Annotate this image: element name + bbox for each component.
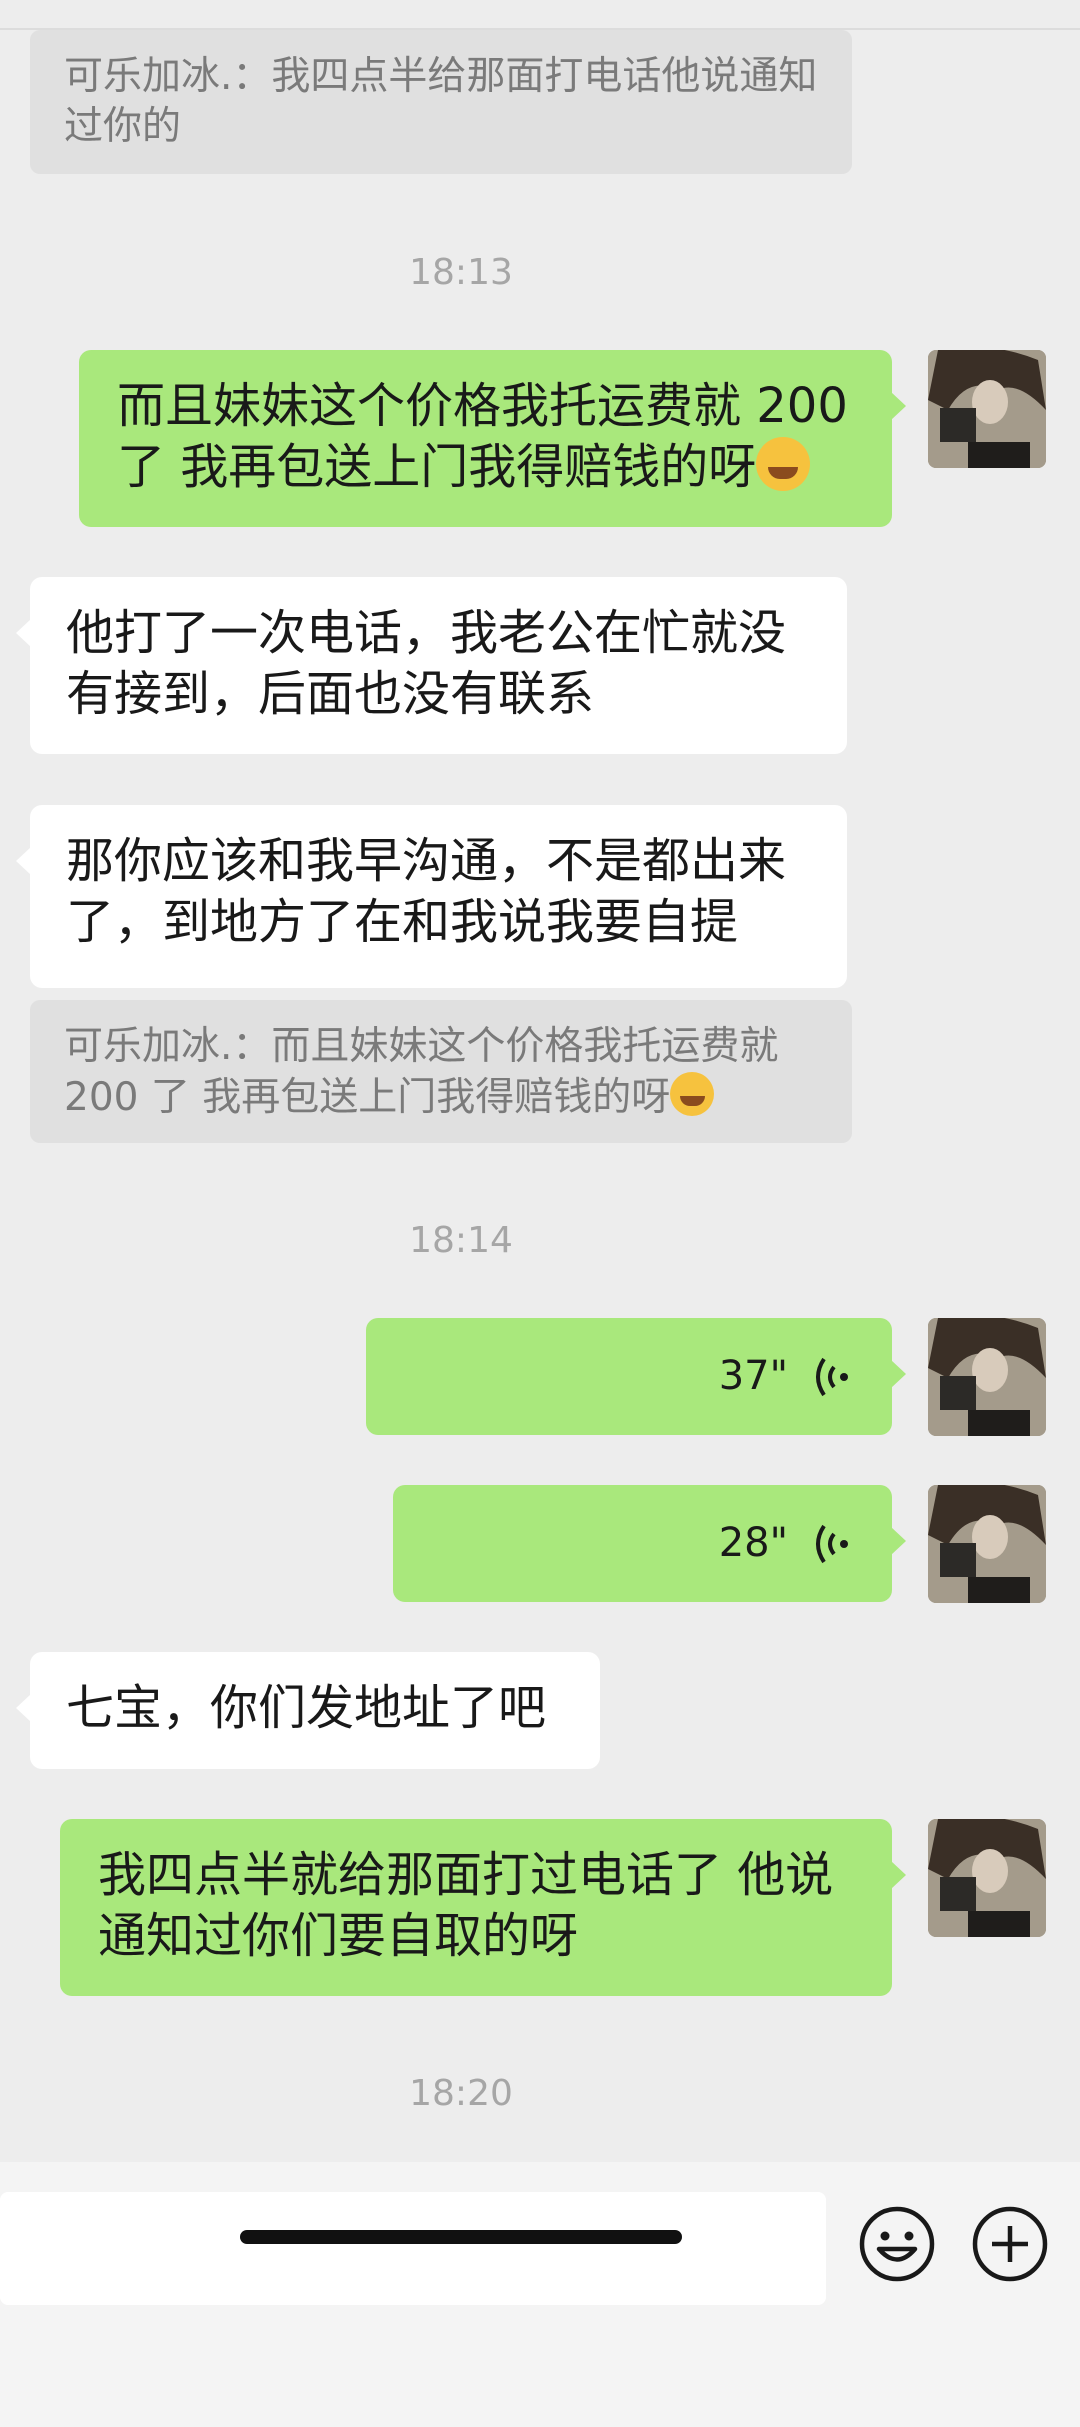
home-indicator[interactable] (240, 2230, 682, 2244)
voice-duration: 28" (718, 1520, 788, 1566)
voice-duration: 37" (718, 1353, 788, 1399)
message-bubble-incoming[interactable]: 那你应该和我早沟通，不是都出来了，到地方了在和我说我要自提 (16, 805, 847, 988)
voice-message-bubble[interactable]: 37" (366, 1318, 906, 1435)
laughing-crying-emoji-icon (670, 1072, 715, 1116)
message-bubble-incoming[interactable]: 他打了一次电话，我老公在忙就没有接到，后面也没有联系 (16, 577, 847, 754)
timestamp: 18:13 (409, 252, 513, 293)
user-avatar[interactable] (928, 1485, 1046, 1603)
laughing-crying-emoji-icon (756, 437, 811, 491)
timestamp: 18:14 (409, 1220, 513, 1261)
voice-message-bubble[interactable]: 28" (393, 1485, 906, 1602)
voice-wave-icon (816, 1357, 848, 1396)
quoted-message[interactable]: 可乐加冰.：而且妹妹这个价格我托运费就 200 了 我再包送上门我得赔钱的呀 (30, 1000, 852, 1143)
quoted-message-text: 可乐加冰.：而且妹妹这个价格我托运费就 200 了 我再包送上门我得赔钱的呀 (64, 1024, 779, 1120)
user-avatar[interactable] (928, 350, 1046, 468)
message-text: 他打了一次电话，我老公在忙就没有接到，后面也没有联系 (66, 605, 787, 722)
message-bubble-incoming[interactable]: 七宝，你们发地址了吧 (16, 1652, 600, 1769)
message-input[interactable] (0, 2192, 826, 2305)
message-text: 而且妹妹这个价格我托运费就 200 了 我再包送上门我得赔钱的呀 (117, 378, 848, 495)
input-bar (0, 2162, 1080, 2427)
user-avatar[interactable] (928, 1819, 1046, 1937)
message-text: 我四点半就给那面打过电话了 他说通知过你们要自取的呀 (98, 1847, 834, 1964)
plus-circle-icon[interactable] (970, 2204, 1050, 2284)
voice-wave-icon (816, 1524, 848, 1563)
timestamp: 18:20 (409, 2073, 513, 2114)
message-bubble-outgoing[interactable]: 我四点半就给那面打过电话了 他说通知过你们要自取的呀 (60, 1819, 906, 1996)
message-text: 七宝，你们发地址了吧 (66, 1680, 547, 1736)
message-bubble-outgoing[interactable]: 而且妹妹这个价格我托运费就 200 了 我再包送上门我得赔钱的呀 (79, 350, 906, 527)
chat-screen: 可乐加冰.：我四点半给那面打电话他说通知过你的 18:13 而且妹妹这个价格我托… (0, 0, 1080, 2427)
smiley-face-icon[interactable] (857, 2204, 937, 2284)
user-avatar[interactable] (928, 1318, 1046, 1436)
quoted-message-text: 可乐加冰.：我四点半给那面打电话他说通知过你的 (64, 54, 818, 149)
message-text: 那你应该和我早沟通，不是都出来了，到地方了在和我说我要自提 (66, 833, 787, 950)
quoted-message[interactable]: 可乐加冰.：我四点半给那面打电话他说通知过你的 (30, 30, 852, 174)
